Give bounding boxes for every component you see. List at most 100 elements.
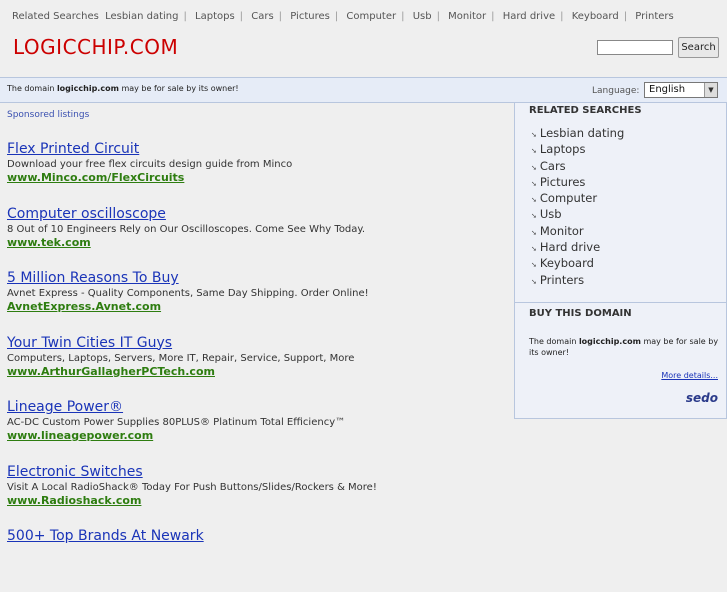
topbar-link-hard-drive[interactable]: Hard drive bbox=[503, 11, 555, 22]
sale-notice-prefix: The domain bbox=[7, 84, 57, 93]
ad-item: Computer oscilloscope 8 Out of 10 Engine… bbox=[7, 205, 507, 270]
ad-item: Electronic Switches Visit A Local RadioS… bbox=[7, 463, 507, 528]
related-item-label: Cars bbox=[539, 158, 566, 173]
ad-title[interactable]: Computer oscilloscope bbox=[7, 205, 507, 223]
site-logo[interactable]: LOGICCHIP.COM bbox=[13, 35, 178, 59]
topbar-link-laptops[interactable]: Laptops bbox=[195, 11, 235, 22]
related-item-label: Usb bbox=[539, 207, 562, 222]
separator: | bbox=[401, 11, 405, 22]
more-details-link[interactable]: More details... bbox=[661, 371, 718, 380]
domain-sale-bar: The domain logicchip.com may be for sale… bbox=[0, 77, 727, 103]
language-selected: English bbox=[649, 84, 686, 95]
related-item-lesbian-dating[interactable]: ➘ Lesbian dating bbox=[531, 126, 624, 142]
related-item-label: Laptops bbox=[539, 142, 586, 157]
arrow-bullet-icon: ➘ bbox=[531, 261, 537, 270]
sidebar: RELATED SEARCHES ➘ Lesbian dating ➘ Laptop… bbox=[514, 103, 727, 419]
sedo-logo[interactable]: sedo bbox=[686, 391, 718, 405]
ad-description: AC-DC Custom Power Supplies 80PLUS® Plat… bbox=[7, 417, 346, 428]
related-item-keyboard[interactable]: ➘ Keyboard bbox=[531, 256, 624, 272]
related-item-hard-drive[interactable]: ➘ Hard drive bbox=[531, 240, 624, 256]
ad-title[interactable]: 5 Million Reasons To Buy bbox=[7, 269, 507, 287]
search-button[interactable]: Search bbox=[678, 37, 719, 58]
buy-domain-heading: BUY THIS DOMAIN bbox=[529, 308, 632, 319]
ad-title[interactable]: Flex Printed Circuit bbox=[7, 140, 507, 158]
related-item-label: Printers bbox=[539, 272, 585, 287]
related-item-computer[interactable]: ➘ Computer bbox=[531, 191, 624, 207]
ad-item: Your Twin Cities IT Guys Computers, Lapt… bbox=[7, 334, 507, 399]
topbar-link-computer[interactable]: Computer bbox=[346, 11, 396, 22]
related-item-laptops[interactable]: ➘ Laptops bbox=[531, 142, 624, 158]
separator: | bbox=[334, 11, 339, 22]
arrow-bullet-icon: ➘ bbox=[531, 228, 537, 237]
ad-url[interactable]: www.Minco.com/FlexCircuits bbox=[7, 171, 507, 185]
arrow-bullet-icon: ➘ bbox=[531, 147, 537, 156]
related-searches-bar: Related Searches Lesbian dating | Laptops… bbox=[0, 0, 727, 32]
ad-title[interactable]: Lineage Power® bbox=[7, 398, 507, 416]
ad-description: Visit A Local RadioShack® Today For Push… bbox=[7, 481, 377, 493]
ad-url[interactable]: www.tek.com bbox=[7, 236, 507, 250]
topbar-link-lesbian-dating[interactable]: Lesbian dating bbox=[105, 11, 178, 22]
arrow-bullet-icon: ➘ bbox=[531, 212, 537, 221]
topbar-link-pictures[interactable]: Pictures bbox=[290, 11, 330, 22]
ad-url[interactable]: www.lineagepower.com bbox=[7, 429, 507, 443]
related-searches-list: ➘ Lesbian dating ➘ Laptops ➘ Cars ➘ Pictures… bbox=[531, 126, 624, 289]
sale-notice-suffix: may be for sale by its owner! bbox=[118, 84, 239, 93]
language-select[interactable]: English ▼ bbox=[644, 82, 718, 98]
separator: | bbox=[436, 11, 440, 22]
ad-item: Flex Printed Circuit Download your free … bbox=[7, 140, 507, 205]
ad-item: 5 Million Reasons To Buy Avnet Express -… bbox=[7, 269, 507, 334]
separator: | bbox=[623, 11, 628, 22]
ad-description: Avnet Express - Quality Components, Same… bbox=[7, 288, 369, 299]
related-searches-label: Related Searches bbox=[12, 11, 99, 22]
separator: | bbox=[278, 11, 283, 22]
ad-title[interactable]: 500+ Top Brands At Newark bbox=[7, 527, 507, 545]
related-item-pictures[interactable]: ➘ Pictures bbox=[531, 175, 624, 191]
ad-item: Lineage Power® AC-DC Custom Power Suppli… bbox=[7, 398, 507, 463]
topbar-link-monitor[interactable]: Monitor bbox=[448, 11, 486, 22]
dropdown-arrow-icon[interactable]: ▼ bbox=[704, 83, 717, 97]
related-item-label: Hard drive bbox=[539, 240, 601, 255]
related-item-label: Monitor bbox=[539, 223, 584, 238]
ad-url[interactable]: AvnetExpress.Avnet.com bbox=[7, 300, 507, 314]
arrow-bullet-icon: ➘ bbox=[531, 245, 537, 254]
buy-text-prefix: The domain bbox=[529, 337, 579, 346]
arrow-bullet-icon: ➘ bbox=[531, 277, 537, 286]
language-label: Language: bbox=[592, 86, 640, 96]
separator: | bbox=[560, 11, 564, 22]
ad-url[interactable]: www.ArthurGallagherPCTech.com bbox=[7, 365, 507, 379]
ad-item: 500+ Top Brands At Newark bbox=[7, 527, 507, 592]
related-item-cars[interactable]: ➘ Cars bbox=[531, 159, 624, 175]
related-item-usb[interactable]: ➘ Usb bbox=[531, 207, 624, 223]
ad-list: Flex Printed Circuit Download your free … bbox=[7, 140, 507, 592]
related-item-label: Pictures bbox=[539, 174, 586, 189]
topbar-link-usb[interactable]: Usb bbox=[413, 11, 432, 22]
topbar-link-keyboard[interactable]: Keyboard bbox=[572, 11, 619, 22]
related-item-label: Lesbian dating bbox=[539, 126, 625, 140]
ad-description: 8 Out of 10 Engineers Rely on Our Oscill… bbox=[7, 223, 366, 235]
separator: | bbox=[239, 11, 244, 22]
ad-title[interactable]: Electronic Switches bbox=[7, 463, 507, 481]
ad-url[interactable]: www.Radioshack.com bbox=[7, 494, 507, 508]
sidebar-divider bbox=[515, 302, 726, 303]
arrow-bullet-icon: ➘ bbox=[531, 179, 537, 188]
ad-description: Computers, Laptops, Servers, More IT, Re… bbox=[7, 352, 355, 364]
ad-title[interactable]: Your Twin Cities IT Guys bbox=[7, 334, 507, 352]
arrow-bullet-icon: ➘ bbox=[531, 196, 537, 205]
sale-notice: The domain logicchip.com may be for sale… bbox=[7, 84, 239, 93]
arrow-bullet-icon: ➘ bbox=[531, 163, 537, 172]
arrow-bullet-icon: ➘ bbox=[531, 131, 537, 139]
topbar-link-printers[interactable]: Printers bbox=[635, 11, 673, 22]
related-item-monitor[interactable]: ➘ Monitor bbox=[531, 224, 624, 240]
separator: | bbox=[183, 11, 187, 22]
related-item-label: Computer bbox=[539, 191, 598, 206]
sponsored-listings-label: Sponsored listings bbox=[7, 110, 90, 120]
topbar-link-cars[interactable]: Cars bbox=[251, 11, 273, 22]
related-searches-heading: RELATED SEARCHES bbox=[529, 105, 642, 116]
ad-description: Download your free flex circuits design … bbox=[7, 159, 293, 170]
related-item-printers[interactable]: ➘ Printers bbox=[531, 273, 624, 289]
search-input[interactable] bbox=[597, 40, 673, 55]
related-item-label: Keyboard bbox=[539, 256, 594, 271]
separator: | bbox=[491, 11, 495, 22]
buy-text-domain: logicchip.com bbox=[578, 337, 641, 346]
sale-notice-domain: logicchip.com bbox=[56, 84, 119, 93]
